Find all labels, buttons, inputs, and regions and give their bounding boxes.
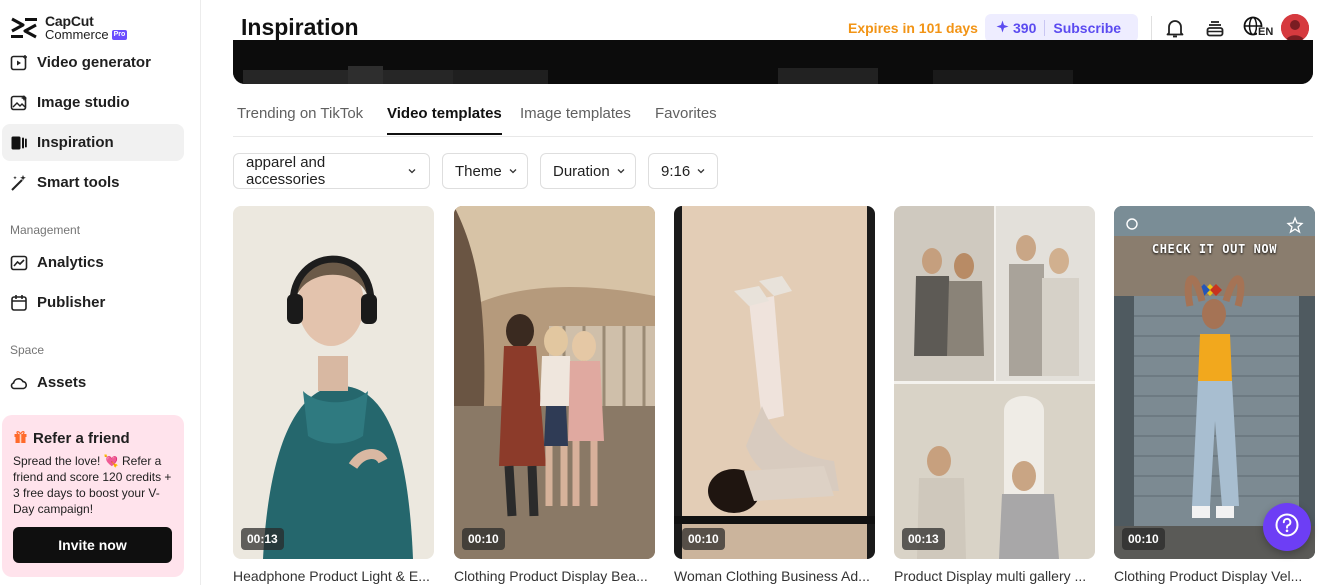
category-filter-dropdown[interactable]: apparel and accessories — [233, 153, 430, 189]
hero-banner[interactable] — [233, 40, 1313, 84]
sidebar-item-publisher[interactable]: Publisher — [2, 284, 184, 321]
credits-subscribe-pill[interactable]: 390 Subscribe — [985, 14, 1138, 42]
sidebar-item-label: Video generator — [37, 54, 151, 71]
duration-badge: 00:13 — [902, 528, 945, 550]
chevron-down-icon — [508, 163, 518, 180]
theme-filter-dropdown[interactable]: Theme — [442, 153, 528, 189]
image-studio-icon — [10, 94, 28, 112]
video-generator-icon — [10, 54, 28, 72]
refer-title: Refer a friend — [33, 430, 130, 447]
language-globe-icon[interactable]: EN — [1242, 15, 1275, 41]
template-card[interactable]: 00:10 — [454, 206, 655, 559]
chevron-down-icon — [616, 163, 626, 180]
header-divider — [1151, 16, 1152, 40]
filter-label: Theme — [455, 162, 502, 180]
filter-label: 9:16 — [661, 162, 691, 180]
help-button[interactable] — [1263, 503, 1311, 551]
sparkle-icon — [996, 20, 1009, 36]
sidebar-item-assets[interactable]: Assets — [2, 364, 184, 401]
cloud-icon — [10, 374, 28, 392]
template-thumbnail — [233, 206, 434, 559]
sidebar-item-label: Publisher — [37, 294, 106, 311]
tab-trending-on-tiktok[interactable]: Trending on TikTok — [237, 105, 363, 133]
aspect-ratio-filter-dropdown[interactable]: 9:16 — [648, 153, 718, 189]
template-title[interactable]: Clothing Product Display Vel... — [1114, 568, 1315, 584]
template-thumbnail — [894, 206, 1095, 559]
template-thumbnail — [454, 206, 655, 559]
duration-badge: 00:10 — [1122, 528, 1165, 550]
duration-badge: 00:13 — [241, 528, 284, 550]
refer-description: Spread the love! 💘 Refer a friend and sc… — [13, 454, 172, 516]
language-code: EN — [1257, 26, 1275, 38]
overlay-text: CHECK IT OUT NOW — [1151, 242, 1278, 256]
pro-badge: Pro — [111, 29, 128, 40]
capcut-commerce-logo[interactable]: CapCut Commerce Pro — [9, 14, 128, 42]
inspiration-icon — [10, 134, 28, 152]
template-card[interactable]: 00:13 — [894, 206, 1095, 559]
sidebar-item-video-generator[interactable]: Video generator — [2, 44, 184, 81]
sidebar-item-analytics[interactable]: Analytics — [2, 244, 184, 281]
sidebar-item-label: Image studio — [37, 94, 130, 111]
sidebar-item-image-studio[interactable]: Image studio — [2, 84, 184, 121]
chevron-down-icon — [407, 163, 417, 180]
question-mark-icon — [1274, 512, 1300, 543]
filter-label: Duration — [553, 162, 610, 180]
template-card[interactable]: 00:13 — [233, 206, 434, 559]
duration-badge: 00:10 — [682, 528, 725, 550]
tab-video-templates[interactable]: Video templates — [387, 105, 502, 135]
sidebar-item-inspiration[interactable]: Inspiration — [2, 124, 184, 161]
page-title: Inspiration — [241, 14, 359, 40]
template-thumbnail — [674, 206, 875, 559]
sidebar-item-label: Smart tools — [37, 174, 120, 191]
brand-subname: Commerce — [45, 27, 109, 42]
template-tabs: Trending on TikTok Video templates Image… — [233, 96, 1313, 137]
template-title[interactable]: Headphone Product Light & E... — [233, 568, 434, 584]
tab-favorites[interactable]: Favorites — [655, 105, 717, 133]
template-title[interactable]: Woman Clothing Business Ad... — [674, 568, 875, 584]
credits-count: 390 — [1013, 20, 1037, 36]
filter-label: apparel and accessories — [246, 154, 326, 188]
calendar-icon — [10, 294, 28, 312]
capcut-logo-icon — [9, 15, 39, 41]
space-section-label: Space — [10, 343, 45, 357]
sidebar: CapCut Commerce Pro Video generator Image… — [0, 0, 201, 585]
expiration-notice: Expires in 101 days — [848, 20, 978, 36]
sidebar-item-smart-tools[interactable]: Smart tools — [2, 164, 184, 201]
sidebar-item-label: Analytics — [37, 254, 104, 271]
notification-bell-icon[interactable] — [1162, 15, 1188, 41]
template-title[interactable]: Clothing Product Display Bea... — [454, 568, 655, 584]
gift-icon — [13, 429, 28, 448]
subscribe-link[interactable]: Subscribe — [1053, 20, 1121, 36]
chevron-down-icon — [696, 163, 706, 180]
template-title[interactable]: Product Display multi gallery ... — [894, 568, 1095, 584]
management-section-label: Management — [10, 223, 81, 237]
magic-wand-icon — [10, 174, 28, 192]
duration-badge: 00:10 — [462, 528, 505, 550]
invite-now-button[interactable]: Invite now — [13, 527, 172, 563]
sidebar-item-label: Inspiration — [37, 134, 114, 151]
tab-image-templates[interactable]: Image templates — [520, 105, 631, 133]
user-avatar[interactable] — [1281, 14, 1309, 42]
refer-a-friend-card: Refer a friend Spread the love! 💘 Refer … — [2, 415, 184, 577]
template-card[interactable]: 00:10 — [674, 206, 875, 559]
analytics-icon — [10, 254, 28, 272]
tasks-stack-icon[interactable] — [1202, 15, 1228, 41]
duration-filter-dropdown[interactable]: Duration — [540, 153, 636, 189]
sidebar-item-label: Assets — [37, 374, 87, 391]
divider — [1044, 20, 1046, 36]
